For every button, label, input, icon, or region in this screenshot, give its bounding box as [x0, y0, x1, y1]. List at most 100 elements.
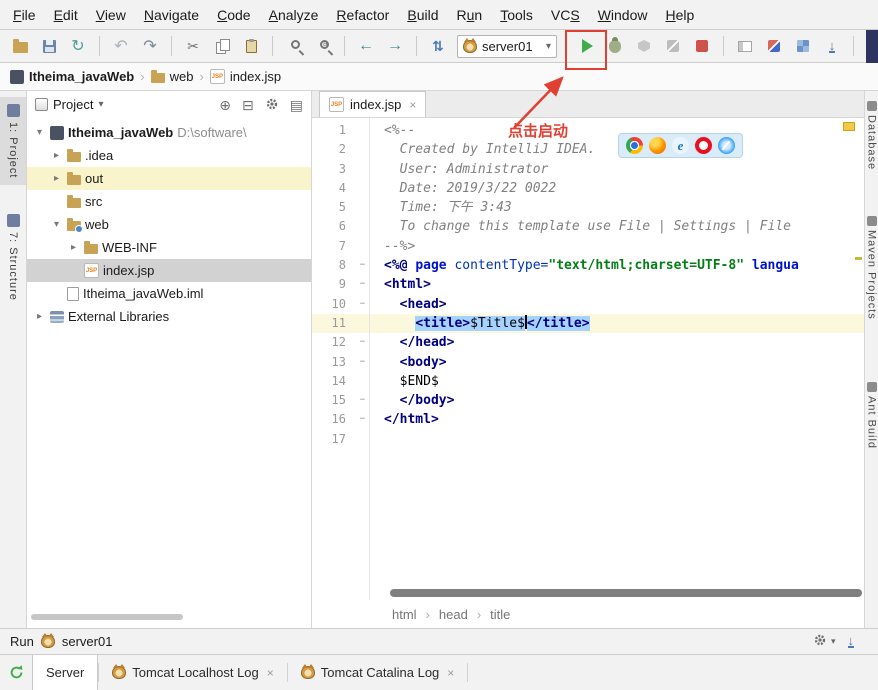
settings-style-button[interactable]: [760, 32, 788, 60]
firefox-icon[interactable]: [649, 137, 666, 154]
tree-item-src[interactable]: src: [27, 190, 311, 213]
code-line-11[interactable]: 11 <title>$Title$ </title>: [312, 313, 864, 334]
tab-server[interactable]: Server: [32, 655, 99, 690]
warning-stripe-mark[interactable]: [855, 257, 862, 260]
locate-icon[interactable]: ⊕: [219, 98, 231, 112]
menu-item-run[interactable]: Run: [447, 3, 491, 27]
tool-window-button-database[interactable]: Database: [866, 101, 878, 170]
tab-tomcat-catalina-log[interactable]: Tomcat Catalina Log ×: [288, 655, 468, 690]
menu-item-analyze[interactable]: Analyze: [260, 3, 328, 27]
code-line-2[interactable]: 2 Created by IntelliJ IDEA.: [312, 140, 864, 159]
chrome-icon[interactable]: [626, 137, 643, 154]
fold-icon[interactable]: −: [356, 410, 369, 429]
tool-window-button-ant-build[interactable]: Ant Build: [866, 381, 878, 449]
open-button[interactable]: [6, 32, 34, 60]
profiler-button[interactable]: [659, 32, 687, 60]
breadcrumb-item-web[interactable]: web: [150, 69, 193, 84]
breadcrumb-html[interactable]: html: [392, 607, 417, 622]
undo-button[interactable]: ↶: [107, 32, 135, 60]
editor-horizontal-scrollbar[interactable]: [390, 589, 862, 597]
find-button[interactable]: [280, 32, 308, 60]
collapse-all-icon[interactable]: ⊟: [242, 98, 254, 112]
menu-item-edit[interactable]: Edit: [45, 3, 87, 27]
project-structure-button[interactable]: [789, 32, 817, 60]
fold-icon[interactable]: −: [356, 275, 369, 294]
menu-item-build[interactable]: Build: [398, 3, 447, 27]
menu-item-vcs[interactable]: VCS: [542, 3, 589, 27]
tool-window-button[interactable]: [731, 32, 759, 60]
redo-button[interactable]: ↷: [136, 32, 164, 60]
breadcrumb-head[interactable]: head: [439, 607, 468, 622]
download-icon[interactable]: ↓: [847, 634, 854, 648]
run-config-select[interactable]: server01 ▾: [457, 34, 557, 58]
debug-button[interactable]: [601, 32, 629, 60]
code-line-8[interactable]: 8− <%@ page contentType="text/html;charse…: [312, 256, 864, 275]
settings-gear-icon[interactable]: [813, 633, 827, 650]
ie-icon[interactable]: [672, 137, 689, 154]
tab-index-jsp[interactable]: index.jsp ×: [319, 91, 427, 117]
fold-icon[interactable]: −: [356, 353, 369, 372]
code-line-10[interactable]: 10− <head>: [312, 295, 864, 314]
coverage-button[interactable]: [630, 32, 658, 60]
paste-button[interactable]: [237, 32, 265, 60]
update-button[interactable]: ↓: [818, 32, 846, 60]
menu-item-navigate[interactable]: Navigate: [135, 3, 208, 27]
menu-item-code[interactable]: Code: [208, 3, 259, 27]
menu-item-tools[interactable]: Tools: [491, 3, 542, 27]
chevron-right-icon[interactable]: ▸: [33, 311, 46, 322]
menu-item-view[interactable]: View: [87, 3, 135, 27]
breadcrumb-item-index-jsp[interactable]: index.jsp: [209, 69, 281, 84]
tree-item-out[interactable]: ▸ out: [27, 167, 311, 190]
chevron-right-icon[interactable]: ▸: [50, 173, 63, 184]
chevron-down-icon[interactable]: ▾: [33, 127, 46, 138]
fold-icon[interactable]: −: [356, 333, 369, 352]
code-line-5[interactable]: 5 Time: 下午 3:43: [312, 198, 864, 217]
breadcrumb-title[interactable]: title: [490, 607, 510, 622]
replace-button[interactable]: [309, 32, 337, 60]
copy-button[interactable]: [208, 32, 236, 60]
code-line-16[interactable]: 16− </html>: [312, 410, 864, 429]
code-line-3[interactable]: 3 User: Administrator: [312, 160, 864, 179]
tree-item-web[interactable]: ▾ web: [27, 213, 311, 236]
forward-button[interactable]: →: [381, 32, 409, 60]
code-line-13[interactable]: 13− <body>: [312, 353, 864, 372]
fold-icon[interactable]: −: [356, 391, 369, 410]
project-panel-title[interactable]: Project: [53, 97, 93, 112]
tree-item-web-inf[interactable]: ▸ WEB-INF: [27, 236, 311, 259]
chevron-right-icon[interactable]: ▸: [50, 150, 63, 161]
code-line-4[interactable]: 4 Date: 2019/3/22 0022: [312, 179, 864, 198]
tool-window-button-1-project[interactable]: 1: Project: [0, 97, 26, 186]
safari-icon[interactable]: [718, 137, 735, 154]
tool-window-button-7-structure[interactable]: 7: Structure: [0, 207, 26, 308]
project-horizontal-scrollbar[interactable]: [31, 614, 183, 620]
rerun-server-button[interactable]: [0, 655, 32, 690]
tree-item-itheima-javaweb[interactable]: ▾ Itheima_javaWeb D:\software\: [27, 121, 311, 144]
fold-icon[interactable]: −: [356, 256, 369, 275]
sync-button[interactable]: ↻: [64, 32, 92, 60]
chevron-down-icon[interactable]: ▾: [831, 636, 836, 647]
tab-tomcat-localhost-log[interactable]: Tomcat Localhost Log ×: [99, 655, 286, 690]
chevron-right-icon[interactable]: ▸: [67, 242, 80, 253]
menu-item-window[interactable]: Window: [589, 3, 657, 27]
hide-panel-icon[interactable]: ▤: [290, 98, 303, 112]
breadcrumb-item-itheima-javaweb[interactable]: Itheima_javaWeb: [10, 69, 134, 84]
tree-item-external-libraries[interactable]: ▸ External Libraries: [27, 305, 311, 328]
settings-gear-icon[interactable]: [265, 97, 279, 113]
save-button[interactable]: [35, 32, 63, 60]
stop-button[interactable]: [688, 32, 716, 60]
build-button[interactable]: ⇅: [424, 32, 452, 60]
menu-item-help[interactable]: Help: [657, 3, 704, 27]
code-line-14[interactable]: 14 $END$: [312, 372, 864, 391]
fold-icon[interactable]: −: [356, 295, 369, 314]
close-icon[interactable]: ×: [409, 98, 416, 112]
menu-item-refactor[interactable]: Refactor: [327, 3, 398, 27]
inspection-indicator[interactable]: [843, 122, 855, 131]
tree-item-index-jsp[interactable]: index.jsp: [27, 259, 311, 282]
code-line-6[interactable]: 6 To change this template use File | Set…: [312, 217, 864, 236]
close-icon[interactable]: ×: [267, 666, 274, 680]
code-line-7[interactable]: 7 --%>: [312, 237, 864, 256]
editor-code[interactable]: 1 <%-- 2 Created by IntelliJ IDEA. 3 User: …: [312, 118, 864, 600]
close-icon[interactable]: ×: [447, 666, 454, 680]
back-button[interactable]: ←: [352, 32, 380, 60]
run-button[interactable]: 点击启动: [508, 30, 607, 140]
